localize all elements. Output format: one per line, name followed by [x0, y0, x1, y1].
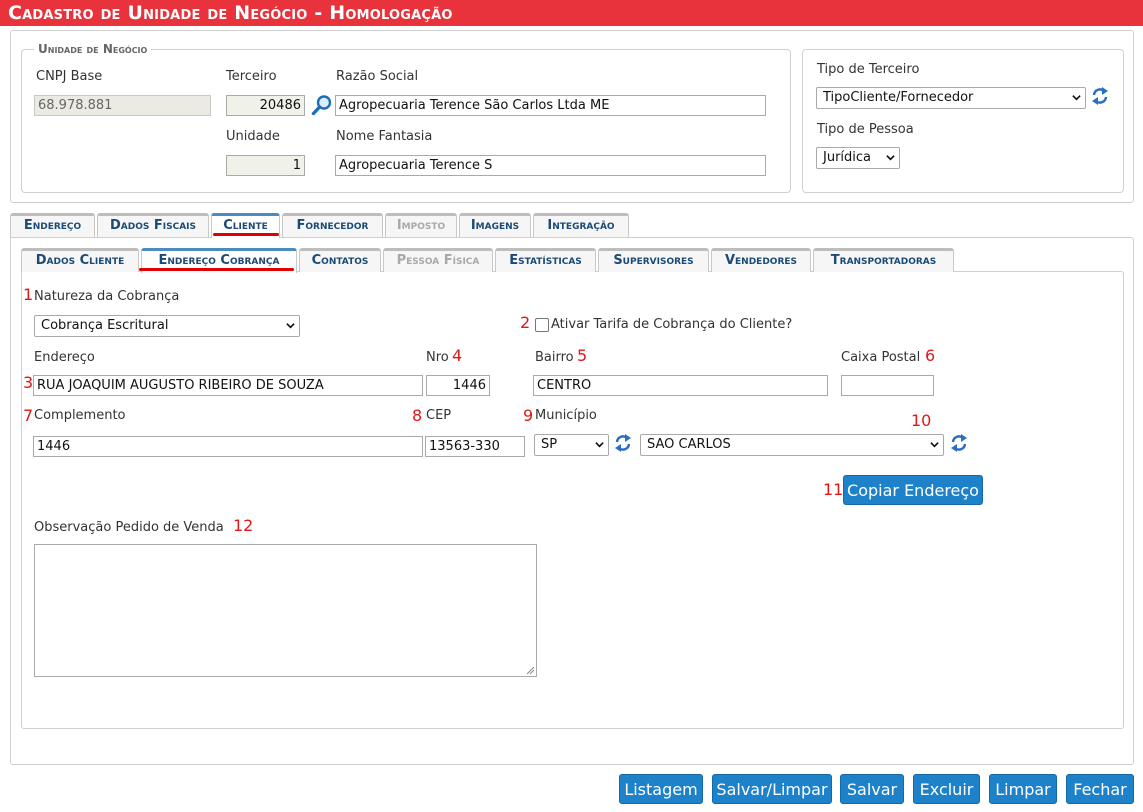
municipio-select[interactable]: SAO CARLOS [640, 434, 944, 456]
fantasia-field[interactable]: Agropecuaria Terence S [335, 155, 766, 176]
annotation-2: 2 [520, 313, 531, 332]
tab-endereco[interactable]: Endereço [10, 213, 95, 237]
annotation-5: 5 [577, 346, 588, 365]
cep-label: CEP [426, 408, 452, 423]
annotation-10: 10 [911, 411, 932, 430]
subtab-vendedores[interactable]: Vendedores [711, 248, 811, 272]
razao-label: Razão Social [336, 69, 419, 84]
active-subtab-highlight [139, 268, 294, 271]
unidade-field[interactable]: 1 [226, 155, 305, 176]
subtab-transportadoras[interactable]: Transportadoras [813, 248, 954, 272]
chevron-down-icon [886, 155, 895, 161]
fechar-button[interactable]: Fechar [1066, 774, 1134, 804]
tab-integracao[interactable]: Integração [533, 213, 629, 237]
cnpj-label: CNPJ Base [36, 69, 103, 84]
uf-value: SP [541, 437, 558, 452]
subtab-pessoa-fisica: Pessoa Física [383, 248, 493, 272]
razao-field[interactable]: Agropecuaria Terence São Carlos Ltda ME [335, 95, 766, 116]
salvar-button[interactable]: Salvar [840, 774, 904, 804]
bairro-label: Bairro [535, 350, 574, 365]
natureza-value: Cobrança Escritural [41, 318, 169, 333]
annotation-3: 3 [23, 373, 34, 392]
tarifa-label: Ativar Tarifa de Cobrança do Cliente? [551, 317, 793, 332]
page-title: Cadastro de Unidade de Negócio - Homolog… [8, 2, 453, 24]
tipo-terceiro-select[interactable]: TipoCliente/Fornecedor [816, 87, 1086, 109]
refresh-icon[interactable] [950, 433, 968, 453]
municipio-label: Município [535, 408, 597, 423]
natureza-label: Natureza da Cobrança [34, 289, 180, 304]
complemento-field[interactable]: 1446 [33, 436, 423, 457]
title-bar: Cadastro de Unidade de Negócio - Homolog… [0, 0, 1143, 26]
municipio-value: SAO CARLOS [647, 437, 731, 452]
magnifier-icon[interactable] [311, 94, 333, 116]
uf-select[interactable]: SP [534, 434, 609, 456]
refresh-icon[interactable] [614, 433, 632, 453]
complemento-label: Complemento [34, 408, 126, 423]
tipo-pessoa-value: Jurídica [823, 150, 872, 165]
cnpj-field[interactable]: 68.978.881 [34, 95, 211, 116]
chevron-down-icon [930, 442, 939, 448]
limpar-button[interactable]: Limpar [989, 774, 1057, 804]
chevron-down-icon [595, 442, 604, 448]
subtab-supervisores[interactable]: Supervisores [598, 248, 709, 272]
annotation-8: 8 [412, 406, 423, 425]
subtab-dados-cliente[interactable]: Dados Cliente [21, 248, 139, 272]
tarifa-checkbox[interactable] [535, 318, 549, 332]
observacao-textarea[interactable] [34, 544, 537, 677]
fantasia-label: Nome Fantasia [336, 129, 433, 144]
refresh-icon[interactable] [1091, 86, 1109, 106]
chevron-down-icon [1072, 95, 1081, 101]
nro-field[interactable]: 1446 [426, 375, 490, 396]
annotation-1: 1 [23, 285, 34, 304]
unidade-legend: Unidade de Negócio [34, 42, 152, 56]
tab-imagens[interactable]: Imagens [459, 213, 531, 237]
tipo-terceiro-value: TipoCliente/Fornecedor [823, 90, 974, 105]
listagem-button[interactable]: Listagem [619, 774, 703, 804]
chevron-down-icon [286, 323, 295, 329]
caixa-postal-field[interactable] [841, 375, 934, 396]
terceiro-field[interactable]: 20486 [226, 95, 305, 116]
tab-fornecedor[interactable]: Fornecedor [282, 213, 383, 237]
endereco-field[interactable]: RUA JOAQUIM AUGUSTO RIBEIRO DE SOUZA [33, 375, 423, 396]
natureza-select[interactable]: Cobrança Escritural [34, 315, 300, 337]
annotation-9: 9 [523, 406, 534, 425]
tab-imposto: Imposto [385, 213, 457, 237]
tipo-pessoa-label: Tipo de Pessoa [817, 122, 914, 137]
copiar-endereco-button[interactable]: Copiar Endereço [843, 475, 983, 505]
observacao-label: Observação Pedido de Venda [34, 520, 224, 535]
annotation-7: 7 [23, 406, 34, 425]
annotation-6: 6 [925, 346, 936, 365]
bairro-field[interactable]: CENTRO [533, 375, 828, 396]
caixa-postal-label: Caixa Postal [841, 350, 921, 365]
active-tab-highlight [213, 233, 279, 236]
unidade-label: Unidade [226, 129, 280, 144]
endereco-label: Endereço [34, 350, 95, 365]
subtab-contatos[interactable]: Contatos [299, 248, 381, 272]
tipo-terceiro-label: Tipo de Terceiro [817, 62, 920, 77]
salvar-limpar-button[interactable]: Salvar/Limpar [712, 774, 832, 804]
annotation-4: 4 [452, 346, 463, 365]
tipo-pessoa-select[interactable]: Jurídica [816, 147, 900, 169]
resize-handle-icon[interactable] [525, 665, 535, 675]
nro-label: Nro [426, 350, 449, 365]
cep-field[interactable]: 13563-330 [425, 436, 525, 457]
annotation-12: 12 [233, 516, 254, 535]
excluir-button[interactable]: Excluir [913, 774, 980, 804]
annotation-11: 11 [823, 480, 844, 499]
tab-dados-fiscais[interactable]: Dados Fiscais [97, 213, 209, 237]
terceiro-label: Terceiro [226, 69, 277, 84]
subtab-estatisticas[interactable]: Estatísticas [495, 248, 596, 272]
